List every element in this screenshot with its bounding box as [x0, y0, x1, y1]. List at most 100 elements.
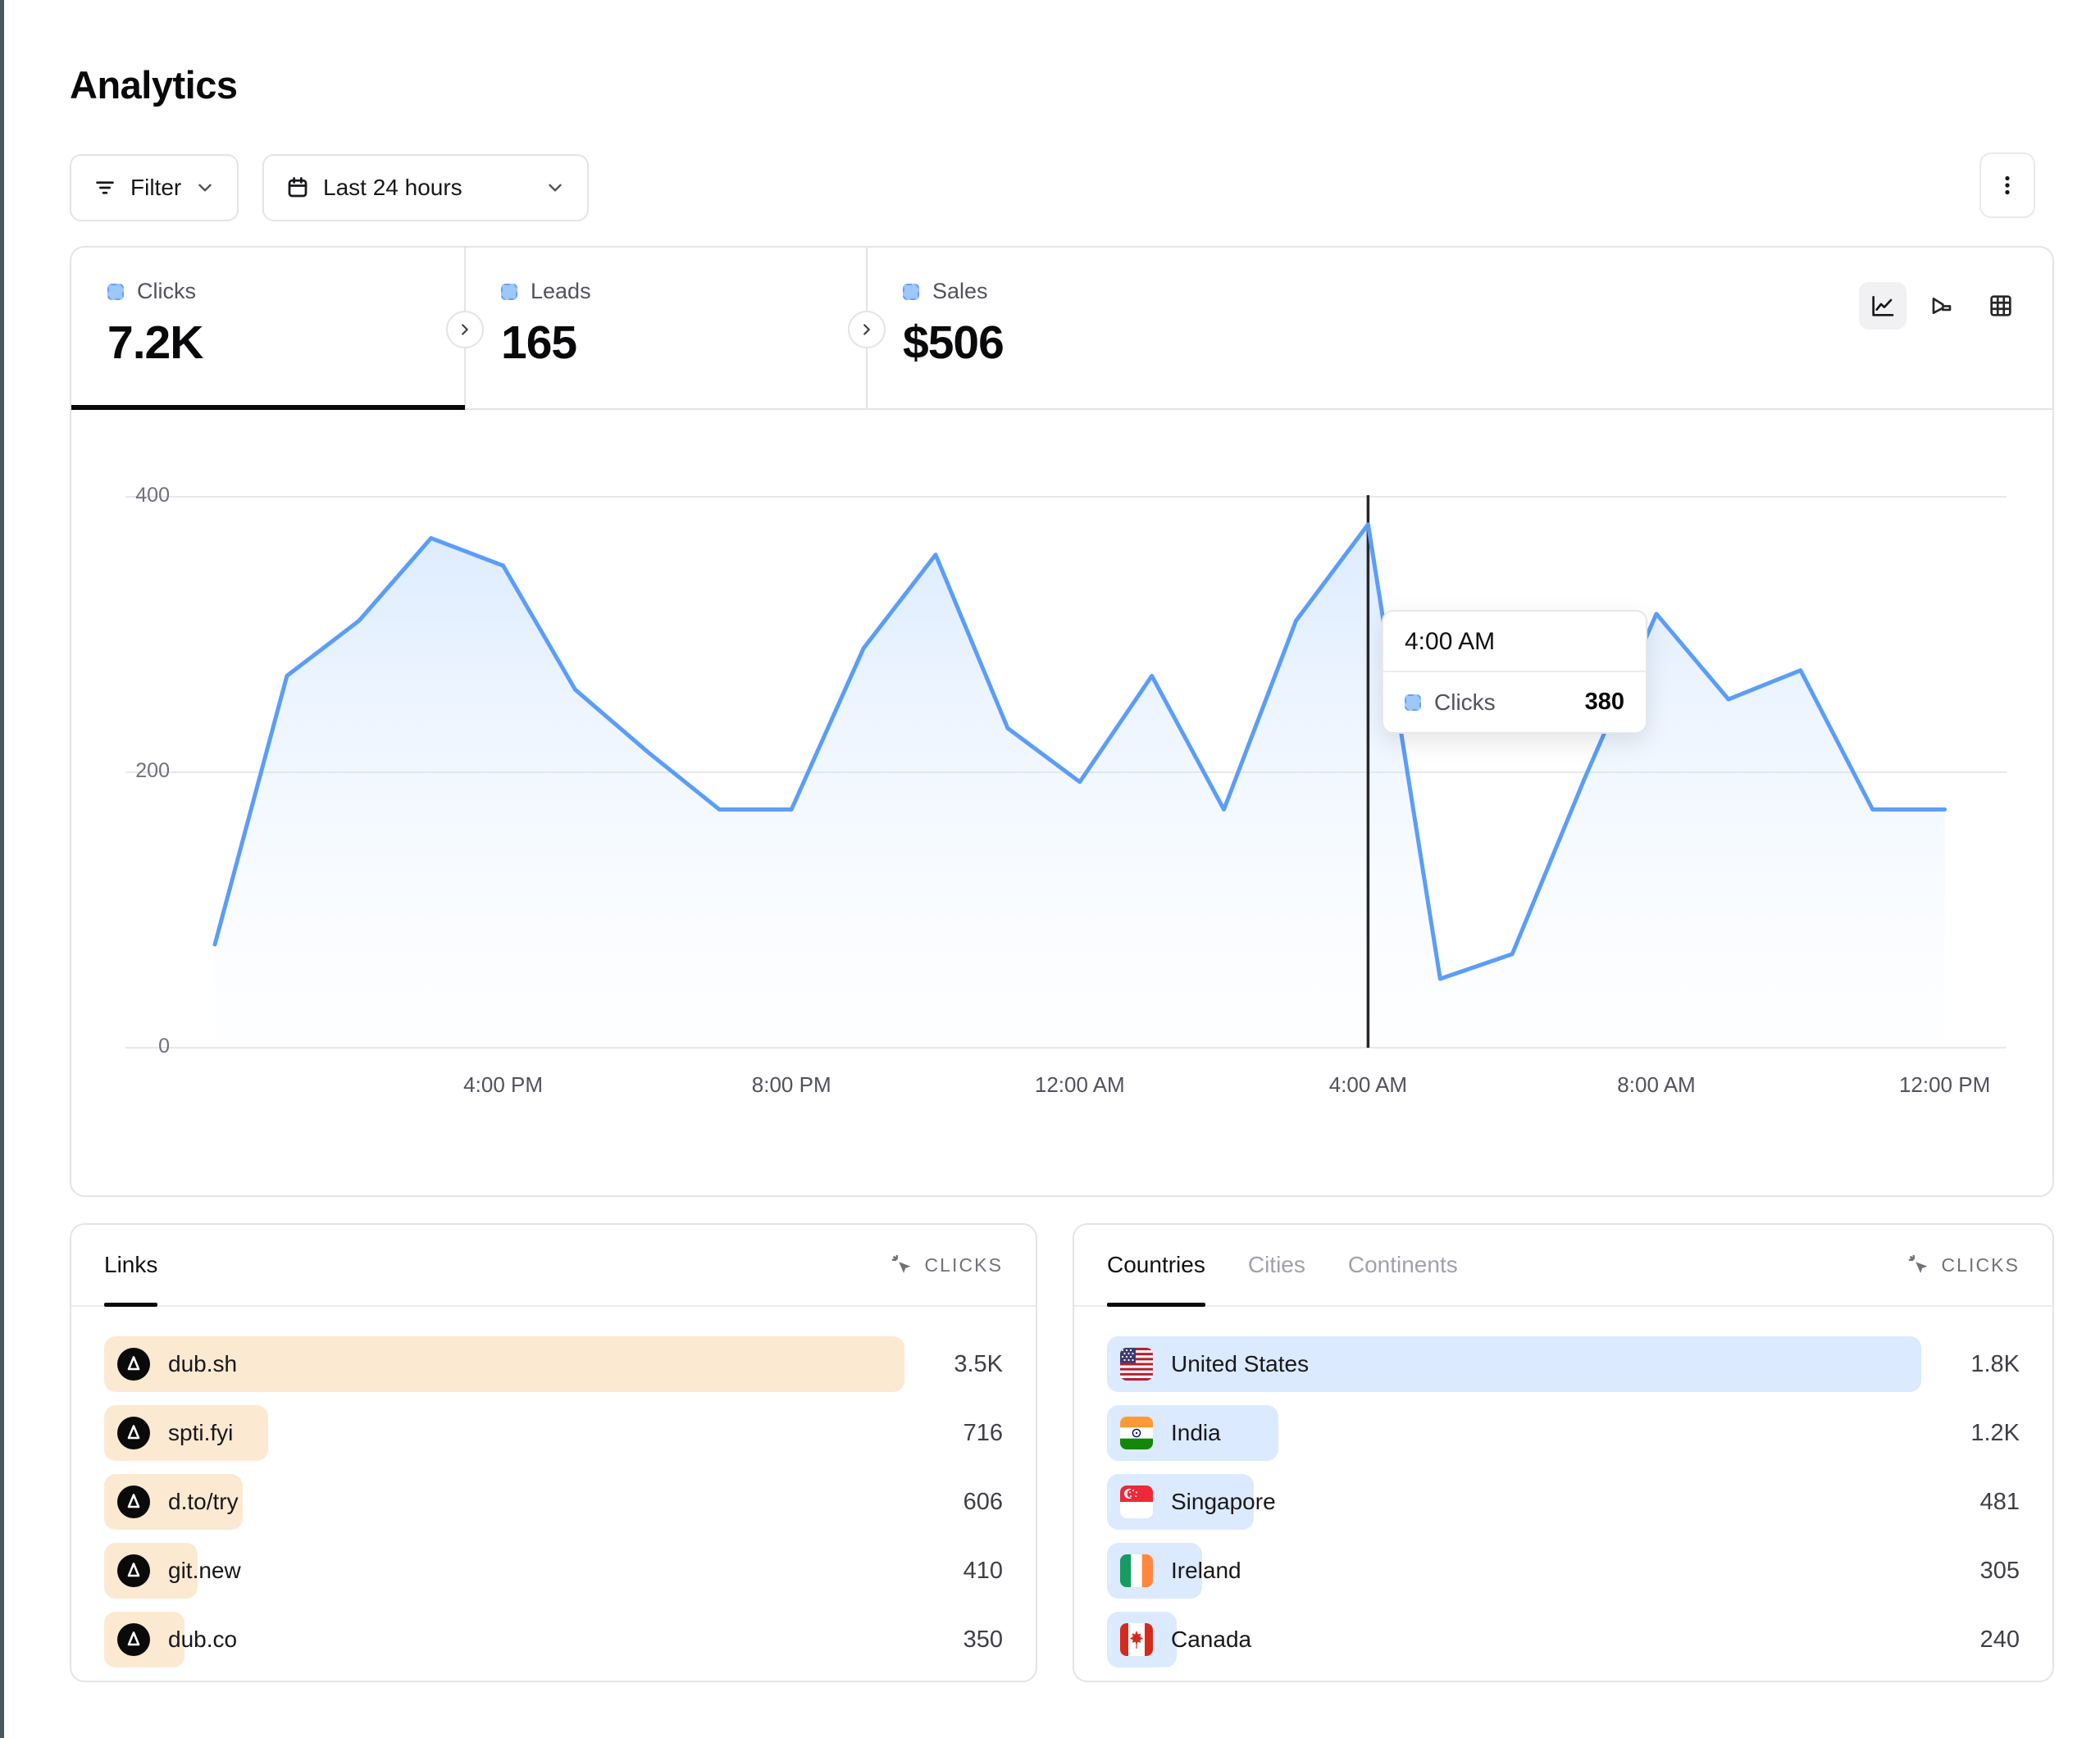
country-row[interactable]: India1.2K: [1107, 1405, 2020, 1461]
stat-value: 165: [501, 316, 867, 370]
bar-track: Ireland: [1107, 1543, 1921, 1599]
link-row[interactable]: d.to/try 606: [104, 1474, 1003, 1530]
chevron-right-icon: [456, 321, 474, 339]
links-panel-header: Links CLICKS: [71, 1225, 1036, 1307]
row-label: dub.sh: [168, 1351, 237, 1377]
tab-cities[interactable]: Cities: [1248, 1225, 1305, 1305]
filter-icon: [93, 175, 117, 200]
bar-track: git.new: [104, 1543, 904, 1599]
left-edge-accent: [0, 0, 4, 1738]
cursor-click-icon: [890, 1253, 914, 1277]
y-axis-tick-label: 200: [71, 759, 170, 783]
dub-logo-icon: [117, 1417, 150, 1449]
chevron-down-icon: [194, 177, 216, 198]
stat-label: Sales: [932, 279, 988, 304]
dub-logo-icon: [117, 1485, 150, 1518]
tab-active-underline: [104, 1303, 157, 1307]
analytics-card: Clicks 7.2K Leads 165 Sales $506: [70, 246, 2054, 1197]
countries-metric-header[interactable]: CLICKS: [1906, 1253, 2020, 1277]
stats-row: Clicks 7.2K Leads 165 Sales $506: [71, 248, 2052, 410]
bar-track: Canada: [1107, 1612, 1921, 1667]
countries-panel-header: Countries Cities Continents CLICKS: [1074, 1225, 2052, 1307]
row-value: 350: [904, 1627, 1003, 1654]
dub-logo-icon: [117, 1348, 150, 1381]
row-label: Canada: [1171, 1627, 1251, 1653]
country-row[interactable]: Ireland305: [1107, 1543, 2020, 1599]
link-row[interactable]: dub.sh3.5K: [104, 1336, 1003, 1392]
links-panel: Links CLICKS dub.sh3.5K spti.fyi716 d.to/t…: [70, 1223, 1037, 1682]
row-label: dub.co: [168, 1627, 237, 1653]
metric-label: CLICKS: [924, 1254, 1003, 1276]
link-row[interactable]: git.new 410: [104, 1543, 1003, 1599]
row-value: 1.8K: [1921, 1351, 2020, 1378]
country-row[interactable]: Canada 240: [1107, 1612, 2020, 1667]
tab-label: Countries: [1107, 1252, 1205, 1278]
row-label: git.new: [168, 1558, 241, 1584]
tooltip-series-name: Clicks: [1434, 689, 1496, 716]
expand-leads-button[interactable]: [446, 311, 484, 348]
filter-button-label: Filter: [130, 175, 181, 201]
countries-panel: Countries Cities Continents CLICKS Unite…: [1073, 1223, 2054, 1682]
filter-button[interactable]: Filter: [70, 154, 239, 221]
tab-active-underline: [1107, 1303, 1205, 1307]
bar-track: d.to/try: [104, 1474, 904, 1530]
date-range-button[interactable]: Last 24 hours: [262, 154, 589, 221]
line-chart-toggle-button[interactable]: [1859, 282, 1906, 330]
chart-tooltip: 4:00 AM Clicks 380: [1382, 610, 1647, 734]
links-metric-header[interactable]: CLICKS: [890, 1253, 1003, 1277]
y-axis-tick-label: 0: [71, 1035, 170, 1058]
active-stat-underline: [71, 405, 465, 410]
tooltip-time: 4:00 AM: [1383, 612, 1646, 672]
tab-countries[interactable]: Countries: [1107, 1225, 1205, 1305]
row-label: d.to/try: [168, 1489, 239, 1515]
x-axis-tick-label: 12:00 AM: [1035, 1072, 1125, 1098]
line-chart-icon: [1870, 293, 1896, 319]
funnel-chart-icon: [1929, 293, 1955, 319]
link-row[interactable]: spti.fyi716: [104, 1405, 1003, 1461]
link-row[interactable]: dub.co 350: [104, 1612, 1003, 1667]
us-flag-icon: [1120, 1348, 1153, 1381]
date-range-label: Last 24 hours: [323, 175, 462, 201]
more-options-button[interactable]: [1979, 152, 2035, 218]
expand-sales-button[interactable]: [848, 311, 886, 348]
ca-flag-icon: [1120, 1623, 1153, 1656]
funnel-chart-toggle-button[interactable]: [1918, 282, 1966, 330]
dub-logo-icon: [117, 1623, 150, 1656]
country-row[interactable]: United States 1.8K: [1107, 1336, 2020, 1392]
ie-flag-icon: [1120, 1554, 1153, 1587]
table-view-toggle-button[interactable]: [1977, 282, 2025, 330]
stat-tab-leads[interactable]: Leads 165: [465, 248, 867, 408]
leads-legend-square-icon: [501, 284, 517, 300]
stat-value: $506: [903, 316, 1269, 370]
row-value: 1.2K: [1921, 1420, 2020, 1447]
x-axis-tick-label: 12:00 PM: [1899, 1072, 1990, 1098]
country-row[interactable]: Singapore 481: [1107, 1474, 2020, 1530]
row-label: United States: [1171, 1351, 1309, 1377]
tab-label: Cities: [1248, 1252, 1305, 1278]
row-value: 481: [1921, 1489, 2020, 1516]
row-label: spti.fyi: [168, 1420, 233, 1446]
row-value: 240: [1921, 1627, 2020, 1654]
y-axis-tick-label: 400: [71, 484, 170, 507]
cursor-click-icon: [1906, 1253, 1931, 1277]
row-label: Singapore: [1171, 1489, 1276, 1515]
tooltip-value: 380: [1585, 689, 1624, 716]
stat-tab-sales[interactable]: Sales $506: [867, 248, 1269, 408]
row-value: 410: [904, 1558, 1003, 1585]
sales-legend-square-icon: [903, 284, 919, 300]
clicks-chart[interactable]: 4002000 4:00 PM8:00 PM12:00 AM4:00 AM8:0…: [71, 410, 2052, 1195]
row-value: 606: [904, 1489, 1003, 1516]
stat-label: Clicks: [137, 279, 196, 304]
tooltip-legend-square-icon: [1405, 694, 1421, 711]
chevron-right-icon: [858, 321, 876, 339]
dub-logo-icon: [117, 1554, 150, 1587]
tab-links[interactable]: Links: [104, 1225, 157, 1305]
stat-label: Leads: [531, 279, 591, 304]
table-grid-icon: [1988, 293, 2014, 319]
stat-tab-clicks[interactable]: Clicks 7.2K: [71, 248, 465, 408]
x-axis-tick-label: 8:00 PM: [752, 1072, 831, 1098]
bar-track: spti.fyi: [104, 1405, 904, 1461]
chevron-down-icon: [544, 177, 566, 198]
tab-continents[interactable]: Continents: [1348, 1225, 1458, 1305]
kebab-menu-icon: [1995, 173, 2020, 198]
